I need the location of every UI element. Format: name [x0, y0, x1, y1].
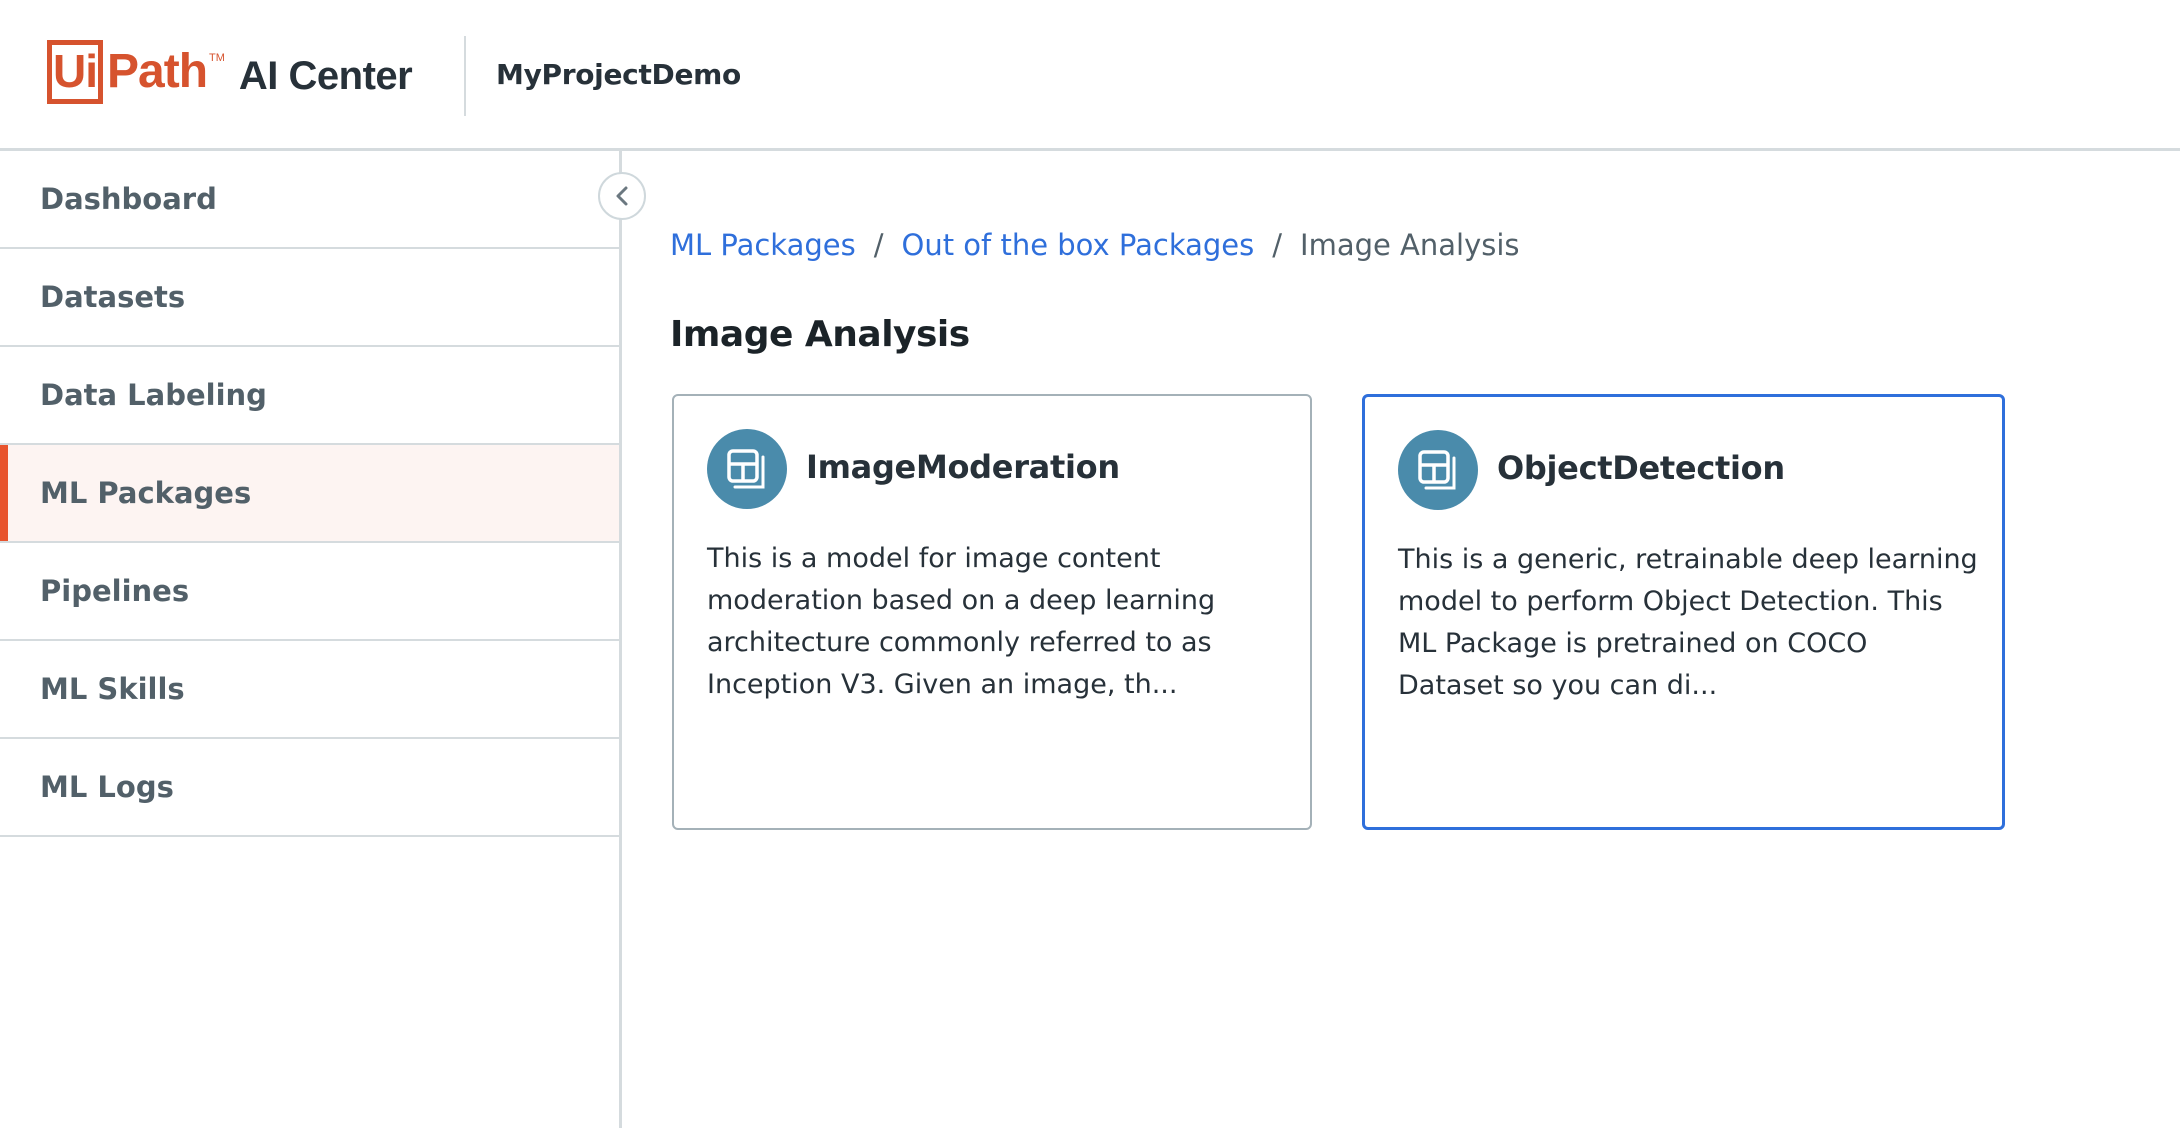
sidebar-item-label: Dashboard [40, 182, 217, 216]
breadcrumb-separator: / [1272, 228, 1283, 262]
sidebar-item-label: ML Logs [40, 770, 174, 804]
sidebar-item-datasets[interactable]: Datasets [0, 249, 619, 347]
package-card-object-detection[interactable]: ObjectDetection This is a generic, retra… [1362, 394, 2005, 830]
sidebar-item-label: Pipelines [40, 574, 190, 608]
sidebar-item-label: Datasets [40, 280, 186, 314]
app-header: Ui Path TM AI Center MyProjectDemo [0, 0, 2180, 151]
sidebar-item-dashboard[interactable]: Dashboard [0, 151, 619, 249]
sidebar-item-label: Data Labeling [40, 378, 267, 412]
product-name: AI Center [238, 54, 413, 98]
sidebar-item-ml-skills[interactable]: ML Skills [0, 641, 619, 739]
card-title: ImageModeration [806, 448, 1120, 486]
package-card-image-moderation[interactable]: ImageModeration This is a model for imag… [672, 394, 1312, 830]
breadcrumb-out-of-the-box-packages[interactable]: Out of the box Packages [902, 228, 1255, 262]
chevron-left-icon [616, 186, 628, 206]
logo-trademark: TM [209, 52, 225, 64]
breadcrumb-ml-packages[interactable]: ML Packages [670, 228, 856, 262]
package-icon [1398, 430, 1478, 510]
header-divider [464, 36, 466, 116]
uipath-logo[interactable]: Ui Path TM AI Center [47, 40, 413, 104]
sidebar-item-ml-logs[interactable]: ML Logs [0, 739, 619, 837]
collapse-sidebar-button[interactable] [598, 172, 646, 220]
sidebar-item-ml-packages[interactable]: ML Packages [0, 445, 619, 543]
sidebar-item-data-labeling[interactable]: Data Labeling [0, 347, 619, 445]
logo-wordmark: Path [107, 45, 208, 98]
project-name[interactable]: MyProjectDemo [496, 58, 741, 91]
card-title: ObjectDetection [1497, 449, 1785, 487]
breadcrumb-current: Image Analysis [1300, 228, 1520, 262]
breadcrumb-separator: / [873, 228, 884, 262]
sidebar-item-pipelines[interactable]: Pipelines [0, 543, 619, 641]
card-description: This is a generic, retrainable deep lear… [1398, 544, 1978, 701]
sidebar-item-label: ML Packages [40, 476, 252, 510]
package-icon [707, 429, 787, 509]
sidebar-item-label: ML Skills [40, 672, 185, 706]
sidebar: Dashboard Datasets Data Labeling ML Pack… [0, 151, 622, 1128]
breadcrumb: ML Packages / Out of the box Packages / … [670, 228, 1520, 262]
card-description: This is a model for image content modera… [707, 543, 1216, 700]
logo-mark: Ui [47, 40, 103, 104]
page-title: Image Analysis [670, 314, 970, 355]
